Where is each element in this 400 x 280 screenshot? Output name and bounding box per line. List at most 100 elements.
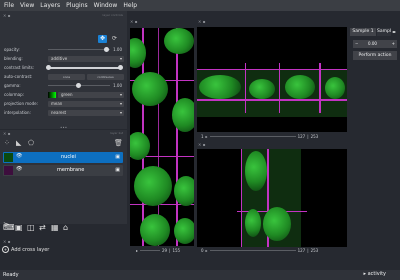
nucleus xyxy=(245,209,261,237)
blending-dropdown[interactable]: additive ▾ xyxy=(48,56,124,62)
xy-view-canvas[interactable] xyxy=(130,28,194,246)
activity-button[interactable]: ▸ activity xyxy=(363,271,386,277)
play-icon[interactable]: ▸ xyxy=(206,248,208,253)
nucleus xyxy=(325,77,345,99)
play-icon[interactable]: ▸ xyxy=(206,134,208,139)
new-points-layer-button[interactable]: ⁘ xyxy=(4,139,12,147)
interpolation-dropdown[interactable]: nearest ▾ xyxy=(48,110,124,116)
nucleus xyxy=(134,166,172,206)
gamma-value: 1.00 xyxy=(113,83,122,88)
add-cross-layer-button[interactable]: + Add cross layer xyxy=(2,246,49,253)
visibility-eye-icon[interactable]: 👁 xyxy=(16,166,22,172)
dim-number: 1 xyxy=(201,134,204,139)
menu-plugins[interactable]: Plugins xyxy=(63,2,91,9)
membrane-signal xyxy=(197,99,347,101)
membrane-signal xyxy=(197,69,347,70)
new-labels-layer-button[interactable]: ⬠ xyxy=(28,139,36,147)
membrane-signal xyxy=(245,63,246,113)
contrast-max-handle[interactable] xyxy=(118,65,123,70)
delete-layer-icon[interactable]: 🗑 xyxy=(114,139,123,147)
blending-row: blending: additive ▾ xyxy=(4,55,124,62)
ndisplay-icon[interactable]: ▣ xyxy=(15,223,23,232)
nucleus xyxy=(132,72,168,106)
spin-down-icon[interactable]: − xyxy=(355,40,358,48)
roll-icon[interactable]: ◫ xyxy=(27,223,35,232)
projection-dropdown[interactable]: mean ▾ xyxy=(48,101,124,107)
value-spinbox[interactable]: − 0.00 + xyxy=(353,40,397,48)
tab-scroll-arrows[interactable]: ◂▸ xyxy=(392,28,396,36)
play-icon[interactable]: ▸ xyxy=(136,248,138,253)
home-icon[interactable]: ⌂ xyxy=(63,223,68,232)
membrane-signal xyxy=(176,28,178,246)
plugin-dock: Sample 1 Sample 2 ◂▸ − 0.00 + Perform ac… xyxy=(349,20,400,66)
opacity-value: 1.00 xyxy=(113,47,122,52)
nucleus xyxy=(172,98,194,132)
chevron-down-icon: ▾ xyxy=(119,56,122,61)
gamma-label: gamma: xyxy=(4,83,21,88)
menu-view[interactable]: View xyxy=(17,2,37,9)
nucleus xyxy=(140,214,170,246)
projection-label: projection mode: xyxy=(4,101,38,106)
slider-value: 127 xyxy=(297,248,306,253)
menu-file[interactable]: File xyxy=(0,2,17,9)
new-shapes-layer-button[interactable]: ◣ xyxy=(16,139,24,147)
auto-contrast-label: auto-contrast: xyxy=(4,74,33,79)
layer-item-membrane[interactable]: 👁 membrane ▣ xyxy=(3,165,123,176)
menu-layers[interactable]: Layers xyxy=(37,2,63,9)
auto-contrast-once-button[interactable]: once xyxy=(48,74,85,80)
slider-track[interactable] xyxy=(209,136,296,137)
layer-item-nuclei[interactable]: 👁 nuclei ▣ xyxy=(3,152,123,163)
chevron-down-icon: ▾ xyxy=(119,101,122,106)
menu-window[interactable]: Window xyxy=(91,2,121,9)
xz-view-canvas[interactable] xyxy=(197,27,347,132)
panel-header: ✕ ▪ xyxy=(3,131,11,136)
status-text: Ready xyxy=(3,272,19,278)
layer-controls-panel: ✕ ▪ layer controls ✥ ⟳ opacity: 1.00 ble… xyxy=(0,11,127,130)
contrast-range-slider[interactable] xyxy=(48,67,120,69)
chevron-down-icon: ▾ xyxy=(119,110,122,115)
menu-help[interactable]: Help xyxy=(120,2,140,9)
nucleus xyxy=(249,79,275,99)
pan-zoom-button[interactable]: ✥ xyxy=(98,35,107,43)
grid-icon[interactable]: ▦ xyxy=(51,223,59,232)
plugin-tab-sample-1[interactable]: Sample 1 xyxy=(350,28,376,36)
viewer-buttons: ⌨ ▣ ◫ ⇄ ▦ ⌂ xyxy=(0,222,127,234)
auto-contrast-continuous-button[interactable]: continuous xyxy=(87,74,124,80)
chevron-down-icon: ▾ xyxy=(119,92,122,97)
layer-thumbnail xyxy=(4,153,13,162)
contrast-min-handle[interactable] xyxy=(46,65,51,70)
interpolation-row: interpolation: nearest ▾ xyxy=(4,109,124,116)
colormap-dropdown[interactable]: green ▾ xyxy=(58,92,124,98)
nucleus xyxy=(285,75,315,99)
spin-up-icon[interactable]: + xyxy=(392,40,395,48)
slider-track[interactable] xyxy=(209,250,296,251)
projection-value: mean xyxy=(51,101,63,106)
yz-view-canvas[interactable] xyxy=(197,149,347,247)
interpolation-label: interpolation: xyxy=(4,110,31,115)
transform-button[interactable]: ⟳ xyxy=(110,35,119,43)
contrast-row: contrast limits: xyxy=(4,64,123,71)
layer-list-panel: ✕ ▪ layer list ⁘ ◣ ⬠ 🗑 👁 nuclei ▣ 👁 memb… xyxy=(0,130,127,229)
xy-view-header: ✕ ▪ xyxy=(130,19,138,24)
slider-sep: | xyxy=(307,248,309,253)
transpose-icon[interactable]: ⇄ xyxy=(39,223,46,232)
gamma-slider-handle[interactable] xyxy=(76,83,81,88)
panel-header-label: layer list xyxy=(110,131,123,135)
opacity-slider-handle[interactable] xyxy=(104,47,109,52)
perform-action-button[interactable]: Perform action xyxy=(353,51,397,60)
image-layer-icon: ▣ xyxy=(115,154,120,160)
membrane-signal xyxy=(158,28,159,246)
contrast-label: contrast limits: xyxy=(4,65,34,70)
slider-track[interactable] xyxy=(140,250,161,251)
plugin-tab-sample-2[interactable]: Sample 2 xyxy=(377,28,391,36)
nucleus xyxy=(174,218,194,244)
visibility-eye-icon[interactable]: 👁 xyxy=(16,153,22,159)
console-icon[interactable]: ⌨ xyxy=(3,223,15,232)
nucleus xyxy=(199,75,241,99)
slider-max: 253 xyxy=(310,248,319,253)
xy-dims-slider: ▸ 29 | 155 xyxy=(136,248,180,253)
xz-dims-slider: 1 ▸ 127 | 253 xyxy=(201,134,318,139)
opacity-slider[interactable] xyxy=(48,49,110,50)
yz-dims-slider: 0 ▸ 127 | 253 xyxy=(201,248,318,253)
image-layer-icon: ▣ xyxy=(115,167,120,173)
